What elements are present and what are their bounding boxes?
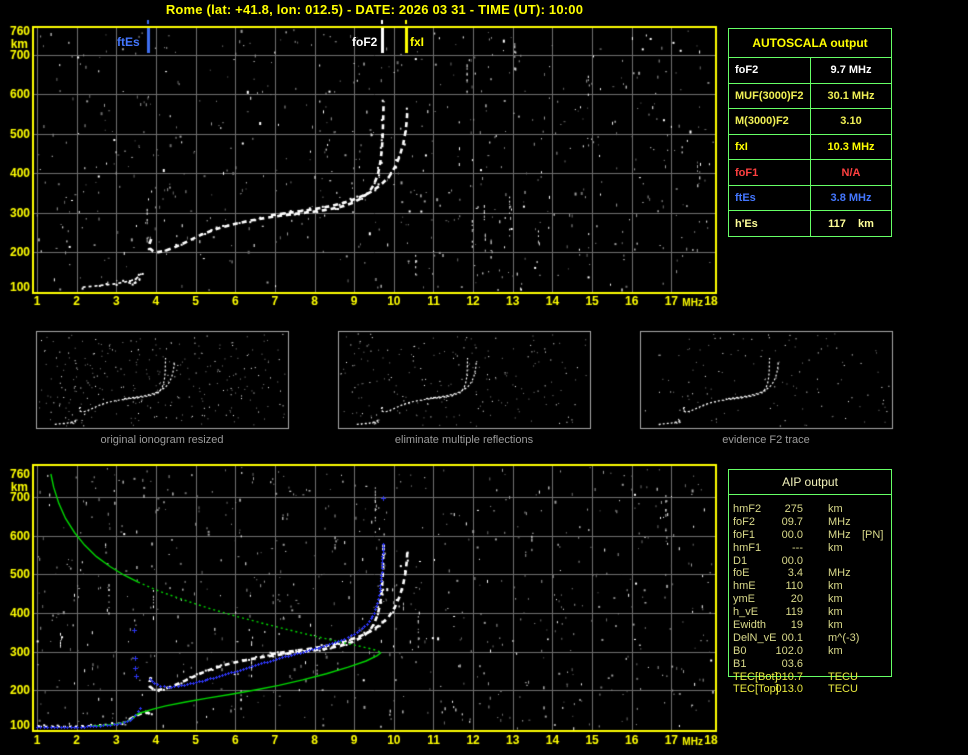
- aip-table-row: foF1 00.0 MHz [PN]: [728, 529, 892, 542]
- thumbnail-caption-evidence: evidence F2 trace: [722, 434, 810, 446]
- aip-row-label: ymE: [733, 593, 755, 606]
- autoscala-table-title: AUTOSCALA output: [729, 29, 891, 58]
- aip-row-unit: MHz: [828, 567, 851, 580]
- autoscala-table-row: foF2 9.7 MHz: [729, 58, 891, 84]
- aip-table-row: D1 00.0: [728, 555, 892, 568]
- autoscala-table-row: foF1 N/A: [729, 160, 891, 186]
- autoscala-table-row: ftEs 3.8 MHz: [729, 185, 891, 212]
- aip-row-unit: TECU: [828, 683, 858, 696]
- autoscala-row-value: 3.10: [840, 115, 862, 128]
- aip-row-value: 19: [790, 619, 803, 632]
- aip-row-value: 013.0: [775, 683, 803, 696]
- fxi-marker-label: fxI: [410, 35, 425, 49]
- aip-table-row: B0 102.0 km: [728, 645, 892, 658]
- aip-row-label: B1: [733, 657, 747, 670]
- aip-row-value: 102.0: [775, 644, 803, 657]
- aip-row-unit: km: [828, 619, 843, 632]
- aip-row-value: 20: [790, 593, 803, 606]
- aip-row-unit: km: [828, 593, 843, 606]
- aip-table-rows: hmF2 275 km foF2 09.7 MHz foF1 00.0 MHz [PN] hmF1-…: [728, 503, 892, 696]
- aip-row-label: foE: [733, 567, 750, 580]
- aip-row-value: 00.1: [781, 631, 803, 644]
- aip-row-value: 00.0: [781, 554, 803, 567]
- autoscala-row-value: 117 km: [828, 217, 874, 230]
- autoscala-row-label: foF1: [729, 160, 811, 185]
- autoscala-row-label: ftEs: [729, 185, 811, 211]
- aip-row-label: h_vE: [733, 606, 759, 619]
- aip-row-unit: m^(-3): [828, 631, 860, 644]
- aip-row-unit: km: [828, 541, 843, 554]
- autoscala-row-label: foF2: [729, 58, 811, 83]
- page-title: Rome (lat: +41.8, lon: 012.5) - DATE: 20…: [165, 2, 584, 17]
- autoscala-row-value: 3.8 MHz: [830, 192, 872, 205]
- autoscala-row-value: 9.7 MHz: [830, 64, 872, 77]
- aip-row-unit: MHz: [828, 528, 851, 541]
- aip-table-row: foF2 09.7 MHz: [728, 516, 892, 529]
- autoscala-row-label: fxI: [729, 134, 811, 160]
- autoscala-row-value: 10.3 MHz: [827, 141, 875, 154]
- aip-row-unit: km: [828, 503, 843, 515]
- aip-table-row: hmF1 --- km: [728, 542, 892, 555]
- aip-table-row: B1 03.6: [728, 658, 892, 671]
- aip-row-label: D1: [733, 554, 748, 567]
- aip-row-unit: MHz: [828, 515, 851, 528]
- aip-row-extra: [PN]: [862, 528, 884, 541]
- autoscala-table-row: M(3000)F2 3.10: [729, 109, 891, 135]
- aip-table-row: h_vE 119 km: [728, 606, 892, 619]
- aip-table-row: ymE 20 km: [728, 593, 892, 606]
- aip-table-title: AIP output: [729, 470, 891, 495]
- aip-table-row: foE 3.4 MHz: [728, 567, 892, 580]
- aip-row-value: ---: [792, 541, 803, 554]
- aip-row-label: foF1: [733, 528, 756, 541]
- aip-table-row: Ewidth 19 km: [728, 619, 892, 632]
- aip-row-value: 03.6: [781, 657, 803, 670]
- aip-table-row: hmF2 275 km: [728, 503, 892, 516]
- aip-row-value: 09.7: [781, 515, 803, 528]
- aip-row-unit: km: [828, 644, 843, 657]
- aip-row-unit: km: [828, 606, 843, 619]
- aip-table-row: TEC[Bot] 010.7 TECU: [728, 671, 892, 684]
- autoscala-row-value: 30.1 MHz: [827, 89, 875, 102]
- aip-row-value: 275: [784, 503, 803, 515]
- aip-row-label: hmE: [733, 580, 756, 593]
- fof2-marker-label: foF2: [352, 35, 378, 49]
- autoscala-row-value: N/A: [841, 166, 861, 179]
- autoscala-table-row: MUF(3000)F2 30.1 MHz: [729, 83, 891, 110]
- aip-row-unit: km: [828, 580, 843, 593]
- autoscala-row-label: M(3000)F2: [729, 109, 811, 134]
- aip-row-unit: TECU: [828, 670, 858, 683]
- aip-row-value: 010.7: [775, 670, 803, 683]
- aip-table-row: hmE 110 km: [728, 580, 892, 593]
- autoscala-row-label: MUF(3000)F2: [729, 83, 811, 109]
- aip-row-value: 00.0: [781, 528, 803, 541]
- thumbnail-caption-original: original ionogram resized: [100, 434, 224, 446]
- thumbnail-caption-eliminate: eliminate multiple reflections: [394, 434, 534, 446]
- aip-row-value: 119: [785, 606, 803, 619]
- aip-row-label: foF2: [733, 515, 756, 528]
- aip-row-value: 110: [785, 580, 803, 593]
- autoscala-table-row: fxI 10.3 MHz: [729, 134, 891, 161]
- autoscala-table-rows: foF2 9.7 MHz MUF(3000)F2 30.1 MHz M(3000)F2 3…: [729, 58, 891, 237]
- autoscala-table-row: h'Es 117 km: [729, 211, 891, 237]
- autoscala-row-label: h'Es: [729, 211, 811, 237]
- aip-row-label: B0: [733, 644, 747, 657]
- ftes-marker-label: ftEs: [117, 35, 140, 49]
- autoscala-output-table: AUTOSCALA output foF2 9.7 MHz MUF(3000)F2 3…: [728, 28, 892, 237]
- aip-table-row: TEC[Top] 013.0 TECU: [728, 683, 892, 696]
- aip-row-value: 3.4: [787, 567, 803, 580]
- autoscala-app-window: Rome (lat: +41.8, lon: 012.5) - DATE: 20…: [0, 0, 968, 755]
- aip-table-row: DelN_vE 00.1 m^(-3): [728, 632, 892, 645]
